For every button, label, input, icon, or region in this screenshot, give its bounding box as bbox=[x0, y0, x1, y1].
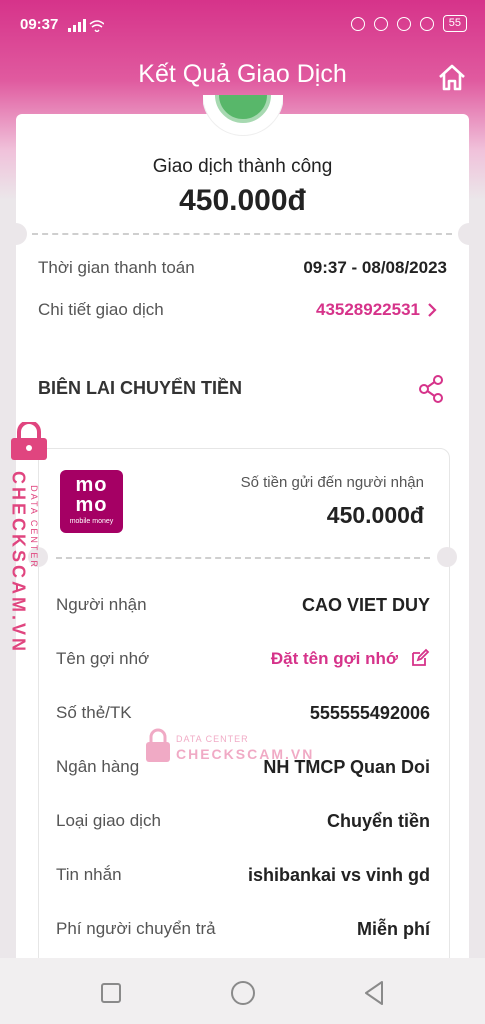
receipt-divider bbox=[56, 557, 430, 559]
logo-text-bottom: mo bbox=[75, 494, 108, 516]
receipt-title: BIÊN LAI CHUYỂN TIỀN bbox=[38, 378, 243, 398]
back-icon[interactable] bbox=[362, 980, 386, 1011]
moon-icon bbox=[396, 16, 411, 31]
momo-logo: mo mo mobile money bbox=[60, 470, 123, 533]
payment-time-value: 09:37 - 08/08/2023 bbox=[303, 258, 447, 277]
vibrate-icon bbox=[373, 16, 388, 31]
transaction-type-label: Loại giao dịch bbox=[56, 811, 161, 830]
edit-icon[interactable] bbox=[410, 648, 430, 673]
sent-amount-label: Số tiền gửi đến người nhận bbox=[240, 474, 424, 491]
message-value: ishibankai vs vinh gd bbox=[247, 865, 430, 885]
set-nickname-link[interactable]: Đặt tên gợi nhớ bbox=[200, 649, 398, 669]
watermark-side: CHECKSCAM.VN DATA CENTER bbox=[3, 420, 51, 654]
recipient-value: CAO VIET DUY bbox=[301, 595, 430, 615]
receipt-notch-right bbox=[437, 547, 457, 567]
watermark-center: DATA CENTER CHECKSCAM.VN bbox=[144, 728, 314, 768]
transaction-amount: 450.000đ bbox=[179, 184, 306, 217]
nickname-label: Tên gợi nhớ bbox=[56, 649, 150, 668]
message-label: Tin nhắn bbox=[56, 865, 122, 884]
lock-icon bbox=[419, 16, 434, 31]
divider bbox=[32, 233, 452, 235]
status-bar: 09:37 55 bbox=[0, 0, 485, 50]
chevron-right-icon[interactable] bbox=[427, 302, 437, 323]
watermark-brand: CHECKSCAM.VN bbox=[8, 470, 29, 654]
transaction-status: Giao dịch thành công bbox=[152, 156, 333, 177]
page-title: Kết Quả Giao Dịch bbox=[138, 60, 347, 88]
home-icon[interactable] bbox=[436, 62, 468, 92]
success-icon bbox=[203, 95, 283, 137]
status-time: 09:37 bbox=[20, 16, 59, 33]
card-notch-left bbox=[5, 223, 27, 245]
share-icon[interactable] bbox=[416, 374, 446, 404]
fee-label: Phí người chuyển trả bbox=[56, 919, 216, 938]
watermark-center-caption: DATA CENTER bbox=[176, 734, 249, 744]
logo-subtext: mobile money bbox=[69, 518, 114, 525]
card-notch-right bbox=[458, 223, 480, 245]
logo-text-top: mo bbox=[75, 474, 108, 496]
sent-amount-value: 450.000đ bbox=[326, 502, 424, 528]
recipient-label: Người nhận bbox=[56, 595, 147, 614]
system-nav-bar bbox=[0, 958, 485, 1024]
payment-time-label: Thời gian thanh toán bbox=[38, 258, 195, 277]
shield-icon bbox=[350, 16, 365, 31]
transaction-id[interactable]: 43528922531 bbox=[220, 300, 420, 320]
account-number-label: Số thẻ/TK bbox=[56, 703, 132, 722]
watermark-caption: DATA CENTER bbox=[29, 485, 39, 569]
battery-indicator: 55 bbox=[442, 15, 467, 32]
transaction-type-value: Chuyển tiền bbox=[326, 811, 430, 831]
account-number-value: 555555492006 bbox=[309, 703, 430, 723]
home-nav-icon[interactable] bbox=[230, 980, 256, 1011]
watermark-center-brand: CHECKSCAM.VN bbox=[176, 746, 315, 762]
signal-icon bbox=[68, 18, 105, 37]
bank-label: Ngân hàng bbox=[56, 757, 140, 776]
transaction-detail-label[interactable]: Chi tiết giao dịch bbox=[38, 300, 164, 320]
recents-icon[interactable] bbox=[100, 982, 122, 1009]
fee-value: Miễn phí bbox=[357, 919, 430, 939]
